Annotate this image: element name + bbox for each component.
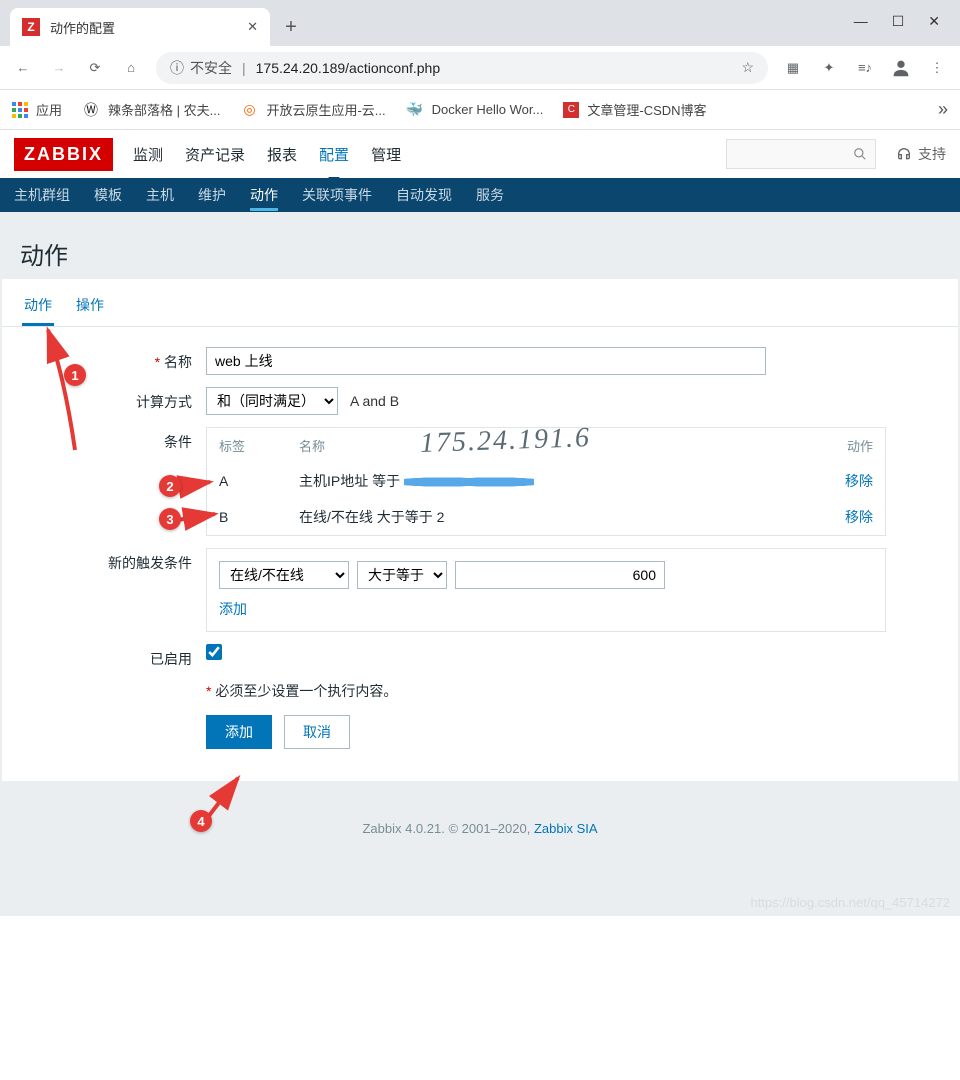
search-input[interactable] <box>726 139 876 169</box>
censored-ip <box>404 474 534 490</box>
footer: Zabbix 4.0.21. © 2001–2020, Zabbix SIA <box>0 781 960 856</box>
action-form: 名称 计算方式 和（同时满足） A and B 条件 标签 <box>2 327 958 781</box>
profile-icon[interactable] <box>890 57 912 79</box>
label-calc: 计算方式 <box>26 387 206 412</box>
page-title: 动作 <box>0 224 960 279</box>
zabbix-sub-menu: 主机群组 模板 主机 维护 动作 关联项事件 自动发现 服务 <box>0 178 960 212</box>
info-icon: ⓘ <box>170 58 184 78</box>
bookmarks-more-icon[interactable]: » <box>938 99 948 120</box>
label-enabled: 已启用 <box>26 644 206 669</box>
bookmark-apps[interactable]: 应用 <box>12 100 62 119</box>
input-cond-value[interactable] <box>455 561 665 589</box>
warning-text: 必须至少设置一个执行内容。 <box>206 681 886 701</box>
tab-operations[interactable]: 操作 <box>74 287 106 326</box>
tab-title: 动作的配置 <box>50 18 237 37</box>
label-new-cond: 新的触发条件 <box>26 548 206 573</box>
extension-icon[interactable]: ▦ <box>782 57 804 79</box>
content-area: 动作 动作 操作 名称 计算方式 和（同时满足） A and B 条件 <box>0 212 960 916</box>
browser-nav-bar: ← → ⟳ ⌂ ⓘ 不安全 | 175.24.20.189/actionconf… <box>0 46 960 90</box>
watermark: https://blog.csdn.net/qq_45714272 <box>751 895 951 910</box>
select-cond-type[interactable]: 在线/不在线 <box>219 561 349 589</box>
top-menu-reports[interactable]: 报表 <box>267 132 297 177</box>
checkbox-enabled[interactable] <box>206 644 222 660</box>
sub-templates[interactable]: 模板 <box>94 179 122 211</box>
sub-maintenance[interactable]: 维护 <box>198 179 226 211</box>
bookmark-item[interactable]: 🐳Docker Hello Wor... <box>406 101 544 119</box>
minimize-icon[interactable]: — <box>854 13 868 30</box>
zabbix-top-menu: 监测 资产记录 报表 配置 管理 <box>133 132 401 177</box>
close-window-icon[interactable]: ✕ <box>928 13 940 30</box>
cond-header-action: 动作 <box>805 428 885 463</box>
bookmarks-bar: 应用 Ⓦ辣条部落格 | 农夫... ◎开放云原生应用-云... 🐳Docker … <box>0 90 960 130</box>
cond-header-tag: 标签 <box>207 428 287 463</box>
sub-hostgroups[interactable]: 主机群组 <box>14 179 70 211</box>
close-icon[interactable]: ✕ <box>247 19 258 35</box>
reload-icon[interactable]: ⟳ <box>84 57 106 79</box>
headset-icon <box>896 146 912 162</box>
reading-list-icon[interactable]: ≡♪ <box>854 57 876 79</box>
sub-services[interactable]: 服务 <box>476 179 504 211</box>
calc-formula: A and B <box>350 393 399 409</box>
condition-row: B 在线/不在线 大于等于 2 移除 <box>207 499 885 535</box>
maximize-icon[interactable]: ☐ <box>892 13 905 30</box>
top-menu-config[interactable]: 配置 <box>319 132 349 177</box>
select-calc[interactable]: 和（同时满足） <box>206 387 338 415</box>
zabbix-logo[interactable]: ZABBIX <box>14 138 113 171</box>
back-icon[interactable]: ← <box>12 57 34 79</box>
label-conditions: 条件 <box>26 427 206 452</box>
label-name: 名称 <box>26 347 206 372</box>
bookmark-item[interactable]: Ⓦ辣条部落格 | 农夫... <box>82 100 220 119</box>
cancel-button[interactable]: 取消 <box>284 715 350 749</box>
sub-hosts[interactable]: 主机 <box>146 179 174 211</box>
select-cond-op[interactable]: 大于等于 <box>357 561 447 589</box>
search-icon <box>853 147 867 161</box>
tab-action[interactable]: 动作 <box>22 287 54 326</box>
add-condition-link[interactable]: 添加 <box>219 599 873 619</box>
forward-icon[interactable]: → <box>48 57 70 79</box>
apps-icon <box>12 102 28 118</box>
top-menu-inventory[interactable]: 资产记录 <box>185 132 245 177</box>
star-icon[interactable]: ☆ <box>741 59 754 76</box>
input-name[interactable] <box>206 347 766 375</box>
url-bar[interactable]: ⓘ 不安全 | 175.24.20.189/actionconf.php ☆ <box>156 52 768 84</box>
favicon-icon: Z <box>22 18 40 36</box>
new-tab-button[interactable]: + <box>276 12 306 42</box>
bookmark-item[interactable]: C文章管理-CSDN博客 <box>563 100 706 119</box>
remove-condition-link[interactable]: 移除 <box>845 509 873 525</box>
annotation-handwriting: 175.24.191.6 <box>419 422 591 460</box>
top-menu-monitoring[interactable]: 监测 <box>133 132 163 177</box>
browser-tab-bar: Z 动作的配置 ✕ + — ☐ ✕ <box>0 0 960 46</box>
bookmark-item[interactable]: ◎开放云原生应用-云... <box>240 100 385 119</box>
submit-button[interactable]: 添加 <box>206 715 272 749</box>
support-link[interactable]: 支持 <box>896 144 946 164</box>
browser-tab[interactable]: Z 动作的配置 ✕ <box>10 8 270 46</box>
zabbix-header: ZABBIX 监测 资产记录 报表 配置 管理 支持 <box>0 130 960 178</box>
form-tabs: 动作 操作 <box>2 279 958 327</box>
home-icon[interactable]: ⌂ <box>120 57 142 79</box>
kebab-icon[interactable]: ⋮ <box>926 57 948 79</box>
url-text: 175.24.20.189/actionconf.php <box>256 60 441 76</box>
window-controls: — ☐ ✕ <box>854 13 960 46</box>
sub-discovery[interactable]: 自动发现 <box>396 179 452 211</box>
condition-row: A 主机IP地址 等于 移除 <box>207 463 885 499</box>
top-menu-admin[interactable]: 管理 <box>371 132 401 177</box>
puzzle-icon[interactable]: ✦ <box>818 57 840 79</box>
remove-condition-link[interactable]: 移除 <box>845 473 873 489</box>
sub-correlation[interactable]: 关联项事件 <box>302 179 372 211</box>
footer-link[interactable]: Zabbix SIA <box>534 821 598 836</box>
sub-actions[interactable]: 动作 <box>250 179 278 211</box>
